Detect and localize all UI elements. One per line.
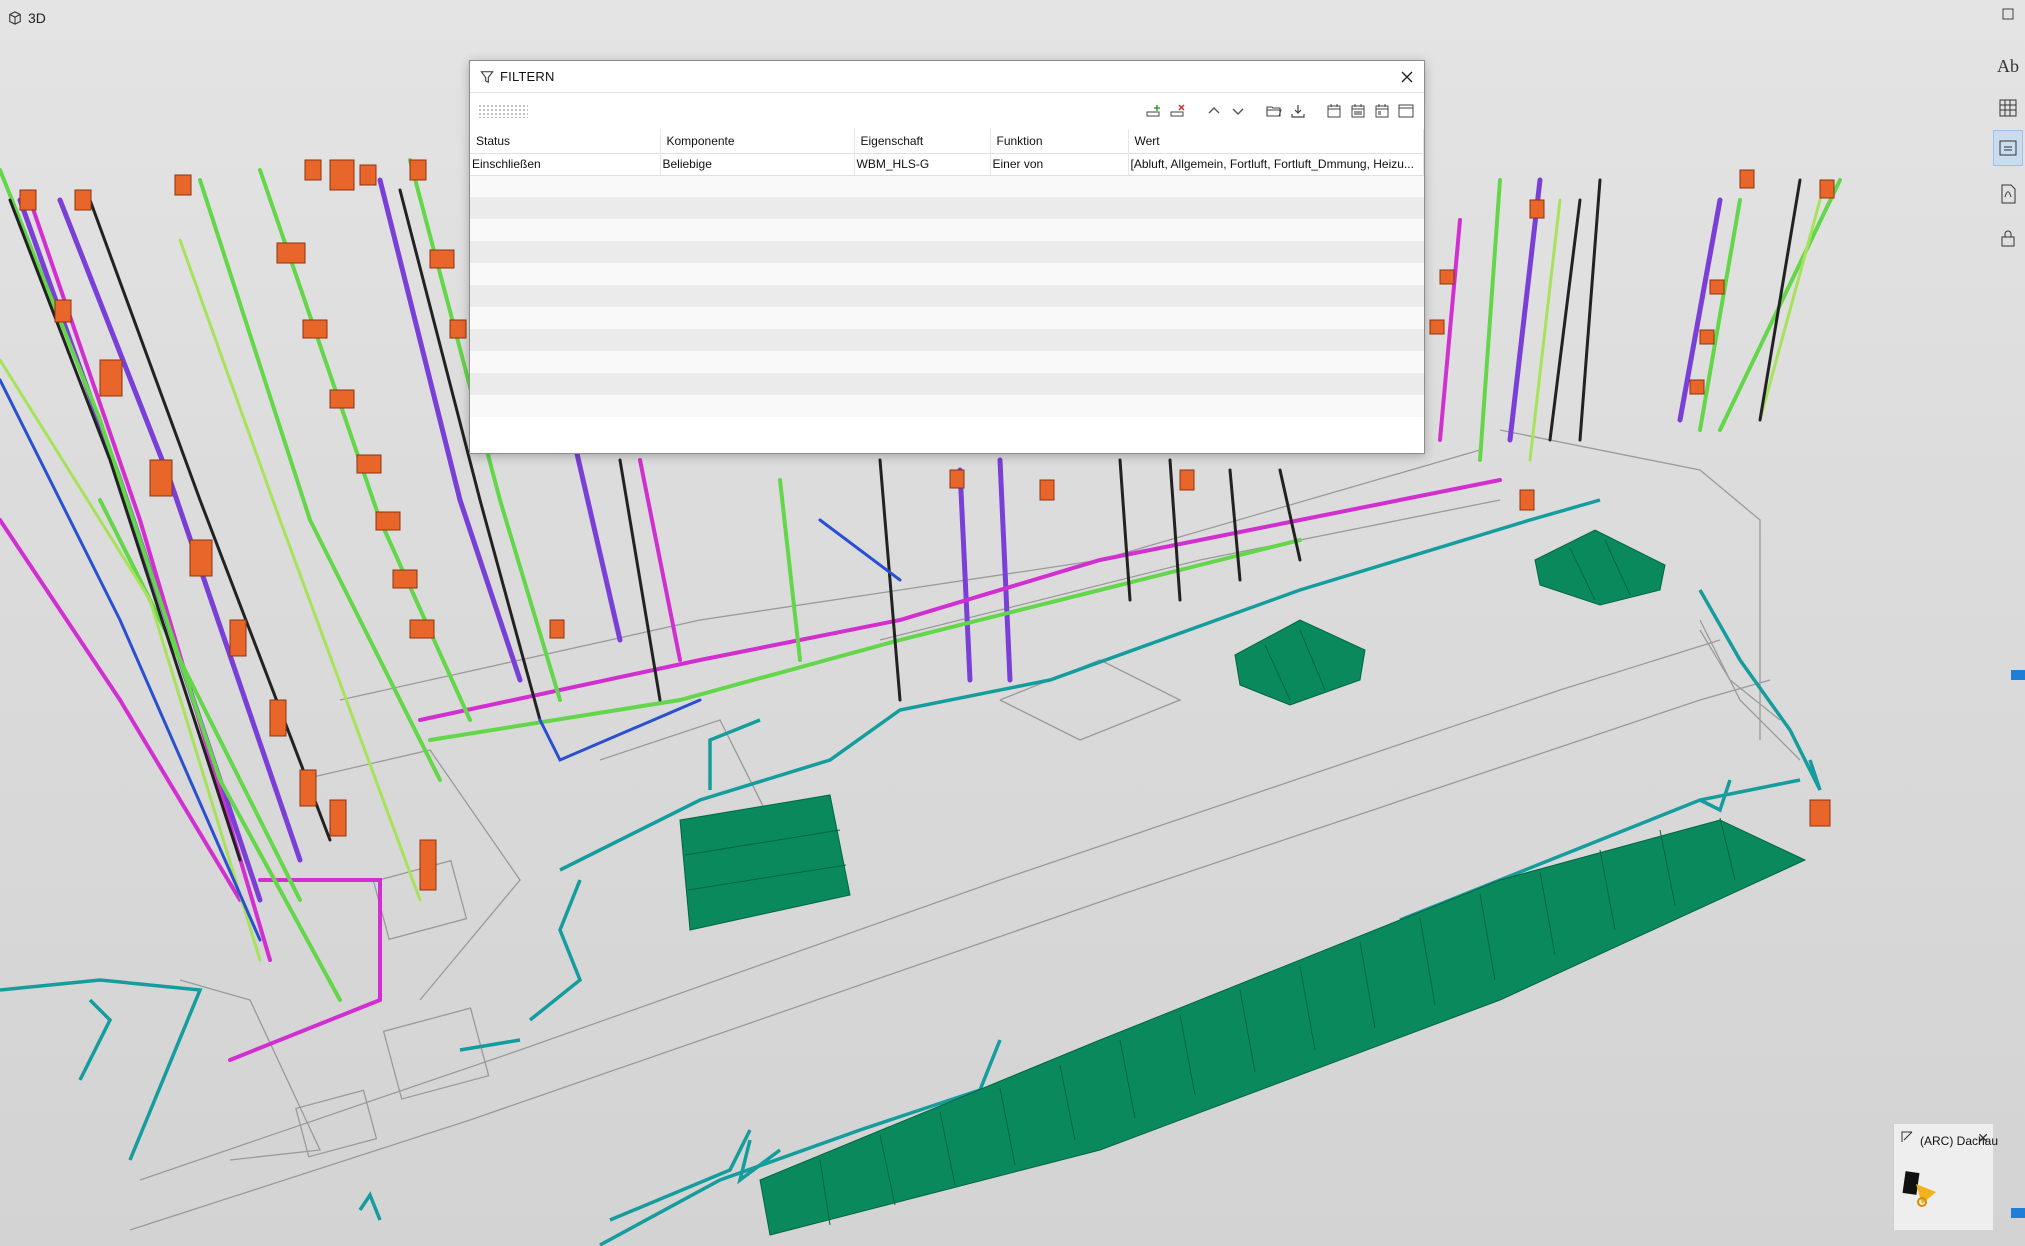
- empty-row[interactable]: [470, 351, 1424, 373]
- move-down-icon[interactable]: [1228, 101, 1248, 121]
- empty-row[interactable]: [470, 307, 1424, 329]
- empty-row[interactable]: [470, 241, 1424, 263]
- cell-funktion[interactable]: Einer von: [990, 152, 1129, 176]
- viewport-label: 3D: [8, 10, 46, 26]
- empty-row[interactable]: [470, 197, 1424, 219]
- cell-wert[interactable]: [Abluft, Allgemein, Fortluft, Fortluft_D…: [1128, 152, 1424, 176]
- viewport-title: 3D: [28, 10, 46, 26]
- cell-status[interactable]: Einschließen: [470, 152, 661, 176]
- empty-row[interactable]: [470, 373, 1424, 395]
- empty-row[interactable]: [470, 263, 1424, 285]
- dialog-title: FILTERN: [500, 69, 555, 84]
- grid-icon[interactable]: [1993, 90, 2023, 126]
- right-toolbar: Ab: [1991, 0, 2025, 1246]
- drag-grip[interactable]: [478, 104, 528, 118]
- dialog-titlebar[interactable]: FILTERN: [470, 61, 1424, 93]
- lock-icon[interactable]: [1993, 220, 2023, 256]
- table-row[interactable]: Einschließen Beliebige WBM_HLS-G Einer v…: [470, 152, 1424, 176]
- column-header-status[interactable]: Status: [470, 129, 661, 153]
- filter-funnel-icon: [480, 70, 494, 83]
- cube-icon: [9, 11, 21, 25]
- empty-row[interactable]: [470, 285, 1424, 307]
- pdf-icon[interactable]: [1993, 176, 2023, 212]
- calendar-icon-3[interactable]: [1372, 101, 1392, 121]
- cell-eigenschaft[interactable]: WBM_HLS-G: [854, 152, 991, 176]
- window-icon[interactable]: [1396, 101, 1416, 121]
- calendar-icon-2[interactable]: [1348, 101, 1368, 121]
- move-up-icon[interactable]: [1204, 101, 1224, 121]
- column-header-funktion[interactable]: Funktion: [990, 129, 1129, 153]
- table-header-row: Status Komponente Eigenschaft Funktion W…: [470, 129, 1424, 153]
- add-row-icon[interactable]: [1144, 101, 1164, 121]
- close-icon[interactable]: [1396, 66, 1418, 88]
- edit-icon[interactable]: [1900, 1130, 1914, 1144]
- empty-row[interactable]: [470, 329, 1424, 351]
- calendar-icon-1[interactable]: [1324, 101, 1344, 121]
- model-thumbnail-icon: [1902, 1171, 1936, 1207]
- filter-dialog[interactable]: FILTERN Status Komponente Eigenschaft Fu…: [469, 60, 1425, 454]
- filter-table: Status Komponente Eigenschaft Funktion W…: [470, 129, 1424, 417]
- column-header-eigenschaft[interactable]: Eigenschaft: [854, 129, 991, 153]
- rail-scroll-indicator-bottom[interactable]: [2011, 1208, 2025, 1218]
- remove-row-icon[interactable]: [1168, 101, 1188, 121]
- compare-icon[interactable]: [1993, 130, 2023, 166]
- text-tool-icon[interactable]: Ab: [1993, 48, 2023, 84]
- open-folder-icon[interactable]: [1264, 101, 1284, 121]
- rail-scroll-indicator[interactable]: [2011, 670, 2025, 680]
- close-icon[interactable]: ✕: [1977, 1130, 1989, 1147]
- text-tool-glyph: Ab: [1997, 55, 2019, 76]
- empty-row[interactable]: [470, 395, 1424, 417]
- green-equipment-blocks: [679, 529, 1807, 1236]
- layer-mini-panel[interactable]: (ARC) Dachau ✕: [1893, 1124, 1998, 1230]
- rail-window-icon[interactable]: [1993, 2, 2023, 26]
- empty-row[interactable]: [470, 175, 1424, 197]
- empty-row[interactable]: [470, 219, 1424, 241]
- save-download-icon[interactable]: [1288, 101, 1308, 121]
- filter-toolbar: [470, 93, 1424, 129]
- column-header-komponente[interactable]: Komponente: [660, 129, 855, 153]
- column-header-wert[interactable]: Wert: [1128, 129, 1424, 153]
- cell-komponente[interactable]: Beliebige: [660, 152, 855, 176]
